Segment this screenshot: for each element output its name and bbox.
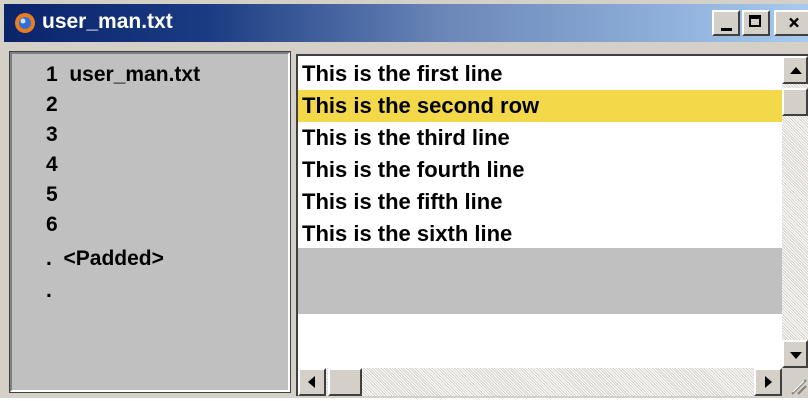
app-circle-icon	[15, 13, 35, 33]
vertical-scroll-thumb[interactable]	[782, 88, 808, 116]
maximize-icon	[749, 15, 761, 27]
text-line[interactable]: This is the fifth line	[302, 186, 780, 218]
text-line[interactable]: This is the first line	[302, 58, 780, 90]
line-number-row: 3	[46, 123, 58, 146]
line-number-row: 1 user_man.txt	[46, 63, 201, 86]
window-title: user_man.txt	[42, 10, 173, 33]
app-window: user_man.txt × 1 user_man.txt 2 3 4 5 6 …	[0, 0, 808, 398]
scroll-left-button[interactable]	[298, 368, 326, 396]
minimize-icon	[721, 28, 732, 31]
vertical-scrollbar[interactable]	[782, 56, 808, 368]
line-number-row: 4	[46, 153, 58, 176]
maximize-button[interactable]	[742, 10, 770, 36]
resize-grip[interactable]	[782, 368, 808, 396]
scroll-right-button[interactable]	[754, 368, 782, 396]
scroll-up-button[interactable]	[782, 56, 808, 84]
padded-row: . <Padded>	[46, 247, 164, 270]
close-button[interactable]: ×	[774, 10, 808, 36]
arrow-right-icon	[765, 376, 772, 388]
minimize-button[interactable]	[712, 10, 740, 36]
resize-grip-icon	[791, 379, 807, 395]
line-number-pane: 1 user_man.txt 2 3 4 5 6 . <Padded> .	[9, 51, 291, 393]
title-bar[interactable]: user_man.txt ×	[4, 4, 808, 42]
horizontal-scroll-thumb[interactable]	[328, 368, 362, 396]
text-content-pane[interactable]: This is the first line This is the secon…	[296, 54, 808, 396]
horizontal-scrollbar[interactable]	[298, 368, 782, 396]
padded-row: .	[46, 279, 52, 302]
line-number-row: 6	[46, 213, 58, 236]
text-line[interactable]: This is the sixth line	[302, 218, 780, 250]
close-icon: ×	[787, 10, 801, 34]
line-number-row: 2	[46, 93, 58, 116]
text-line[interactable]: This is the third line	[302, 122, 780, 154]
padded-region	[298, 248, 782, 314]
text-line[interactable]: This is the fourth line	[302, 154, 780, 186]
arrow-up-icon	[790, 67, 802, 74]
line-number-row: 5	[46, 183, 58, 206]
text-line-selected[interactable]: This is the second row	[298, 90, 782, 122]
scroll-down-button[interactable]	[782, 340, 808, 368]
arrow-left-icon	[308, 376, 315, 388]
arrow-down-icon	[790, 352, 802, 359]
